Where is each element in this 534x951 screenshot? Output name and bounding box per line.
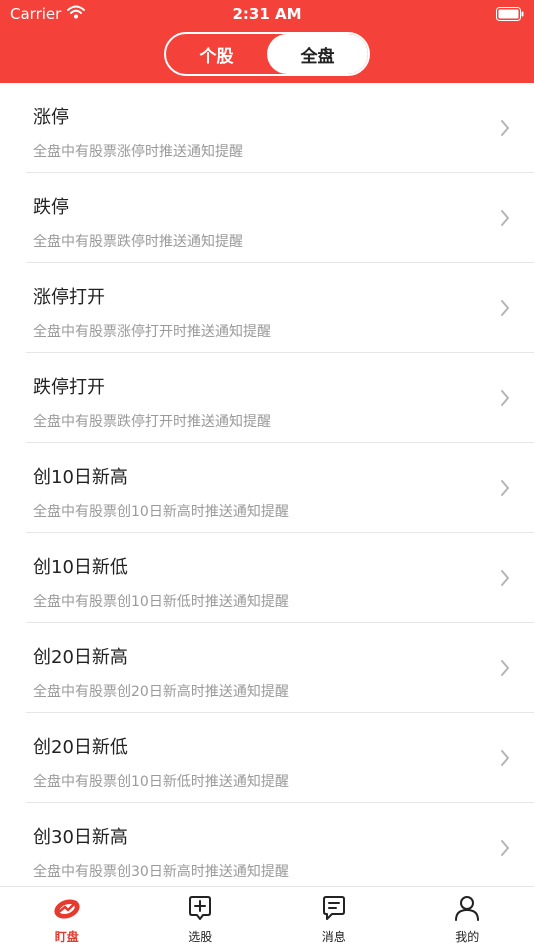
list-item-description: 全盘中有股票创10日新高时推送通知提醒 xyxy=(33,501,289,521)
chevron-right-icon xyxy=(500,839,510,861)
list-item-description: 全盘中有股票跌停时推送通知提醒 xyxy=(33,231,243,251)
list-item-description: 全盘中有股票跌停打开时推送通知提醒 xyxy=(33,411,271,431)
list-item-description: 全盘中有股票创10日新低时推送通知提醒 xyxy=(33,771,289,791)
chevron-right-icon xyxy=(500,119,510,141)
status-bar: Carrier 2:31 AM xyxy=(0,0,534,28)
battery-icon xyxy=(496,6,524,25)
list-item[interactable]: 跌停全盘中有股票跌停时推送通知提醒 xyxy=(26,173,534,263)
tab-label-watch: 盯盘 xyxy=(55,928,79,945)
list-item-title: 跌停打开 xyxy=(33,373,105,399)
list-item-title: 跌停 xyxy=(33,193,69,219)
chevron-right-icon xyxy=(500,479,510,501)
tab-bar: 盯盘 选股 消息 我的 xyxy=(0,886,534,951)
list-item[interactable]: 创20日新高全盘中有股票创20日新高时推送通知提醒 xyxy=(26,623,534,713)
list-item[interactable]: 创10日新低全盘中有股票创10日新低时推送通知提醒 xyxy=(26,533,534,623)
list-item-title: 涨停 xyxy=(33,103,69,129)
chevron-right-icon xyxy=(500,749,510,771)
user-icon xyxy=(454,895,480,925)
chevron-right-icon xyxy=(500,569,510,591)
tab-label-me: 我的 xyxy=(455,928,479,945)
header: Carrier 2:31 AM 个股 全盘 xyxy=(0,0,534,83)
list-item[interactable]: 跌停打开全盘中有股票跌停打开时推送通知提醒 xyxy=(26,353,534,443)
message-icon xyxy=(321,895,347,925)
list-item-description: 全盘中有股票创30日新高时推送通知提醒 xyxy=(33,861,289,881)
list-item[interactable]: 创10日新高全盘中有股票创10日新高时推送通知提醒 xyxy=(26,443,534,533)
chevron-right-icon xyxy=(500,299,510,321)
list-item-title: 创30日新高 xyxy=(33,823,128,849)
list-item[interactable]: 涨停打开全盘中有股票涨停打开时推送通知提醒 xyxy=(26,263,534,353)
chevron-right-icon xyxy=(500,209,510,231)
list-item-description: 全盘中有股票涨停打开时推送通知提醒 xyxy=(33,321,271,341)
tab-messages[interactable]: 消息 xyxy=(267,887,401,951)
list-item[interactable]: 创20日新低全盘中有股票创10日新低时推送通知提醒 xyxy=(26,713,534,803)
tab-watch[interactable]: 盯盘 xyxy=(0,887,134,951)
chevron-right-icon xyxy=(500,659,510,681)
tab-label-select-stock: 选股 xyxy=(188,928,212,945)
list-item-description: 全盘中有股票涨停时推送通知提醒 xyxy=(33,141,243,161)
segment-whole-market[interactable]: 全盘 xyxy=(267,34,368,74)
list-item-description: 全盘中有股票创20日新高时推送通知提醒 xyxy=(33,681,289,701)
list-item-title: 涨停打开 xyxy=(33,283,105,309)
clock: 2:31 AM xyxy=(0,5,534,23)
tab-label-messages: 消息 xyxy=(322,928,346,945)
list-item-title: 创20日新低 xyxy=(33,733,128,759)
list-item-description: 全盘中有股票创10日新低时推送通知提醒 xyxy=(33,591,289,611)
list-item[interactable]: 创30日新高全盘中有股票创30日新高时推送通知提醒 xyxy=(26,803,534,886)
chevron-right-icon xyxy=(500,389,510,411)
tab-me[interactable]: 我的 xyxy=(401,887,534,951)
list-item-title: 创10日新高 xyxy=(33,463,128,489)
tab-select-stock[interactable]: 选股 xyxy=(134,887,268,951)
alert-list: 涨停全盘中有股票涨停时推送通知提醒跌停全盘中有股票跌停时推送通知提醒涨停打开全盘… xyxy=(0,83,534,886)
list-item[interactable]: 涨停全盘中有股票涨停时推送通知提醒 xyxy=(26,83,534,173)
segment-individual-stock[interactable]: 个股 xyxy=(166,34,267,74)
list-item-title: 创20日新高 xyxy=(33,643,128,669)
list-item-title: 创10日新低 xyxy=(33,553,128,579)
watch-icon xyxy=(52,895,82,925)
segmented-control: 个股 全盘 xyxy=(164,32,370,76)
add-stock-icon xyxy=(187,895,213,925)
